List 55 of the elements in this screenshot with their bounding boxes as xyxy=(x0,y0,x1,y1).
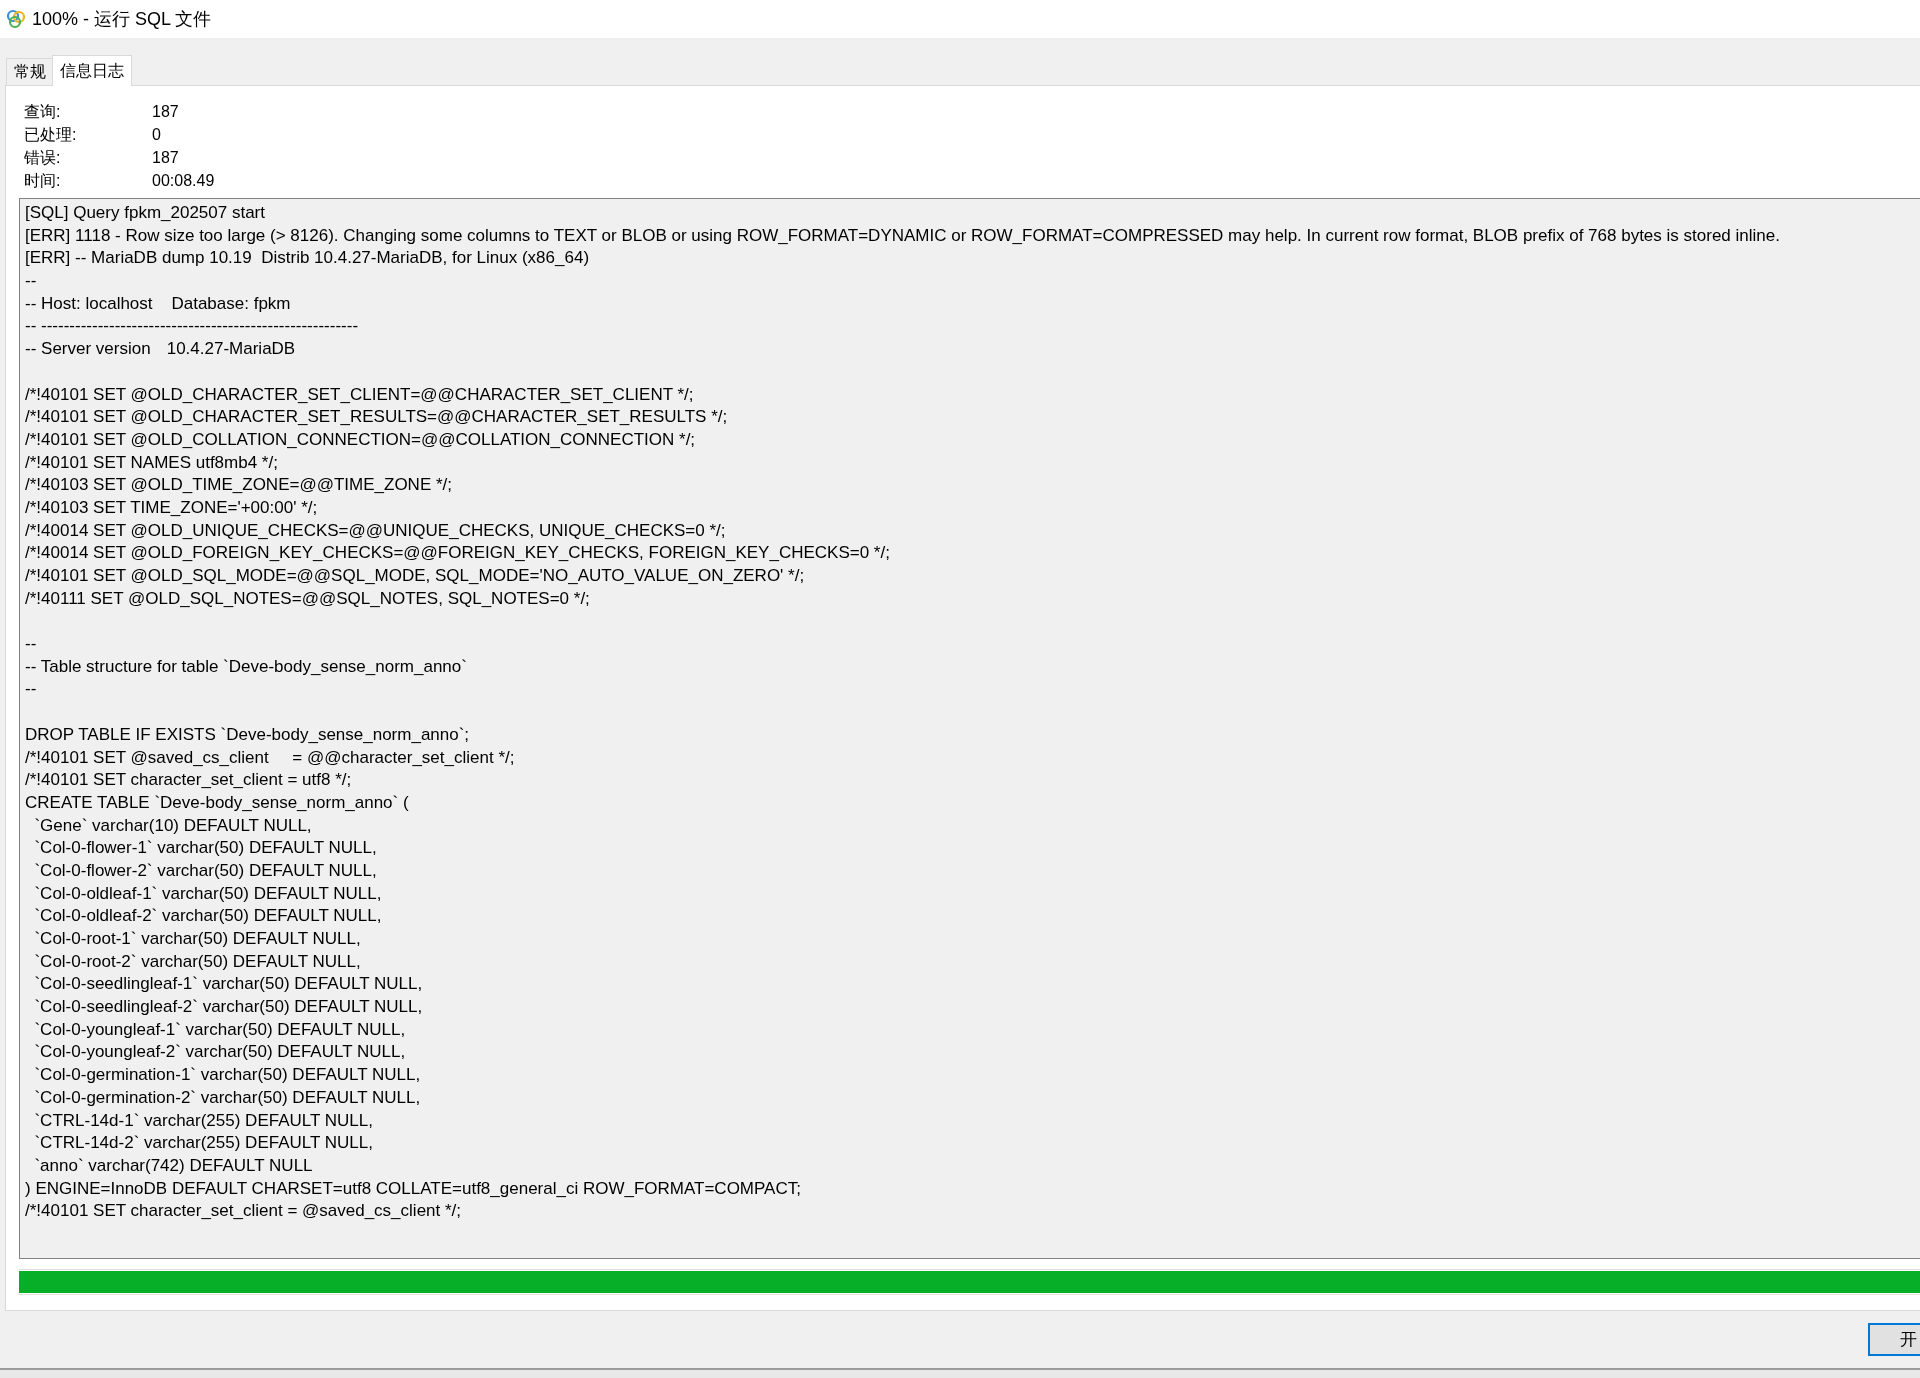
log-line: -- xyxy=(25,271,37,291)
tab[interactable]: 常规 xyxy=(6,58,54,85)
log-line: /*!40103 SET @OLD_TIME_ZONE=@@TIME_ZONE */; xyxy=(25,475,452,495)
log-line: [SQL] Query fpkm_202507 start xyxy=(25,203,265,222)
log-line: `Col-0-germination-2` varchar(50) DEFAULT NULL, xyxy=(33,1087,421,1107)
log-line: /*!40101 SET character_set_client = @saved_cs_client */; xyxy=(25,1201,462,1221)
app-logo-icon xyxy=(6,9,26,29)
log-line: `anno` varchar(742) DEFAULT NULL xyxy=(33,1155,313,1175)
log-line: /*!40101 SET @OLD_COLLATION_CONNECTION=@@COLLATION_CONNECTION */; xyxy=(25,429,696,449)
log-line: /*!40101 SET NAMES utf8mb4 */; xyxy=(25,452,278,472)
log-line: /*!40101 SET character_set_client = utf8 */; xyxy=(25,770,352,790)
stat-value: 00:08.49 xyxy=(152,171,215,191)
log-line: `Col-0-youngleaf-2` varchar(50) DEFAULT NULL, xyxy=(33,1042,406,1062)
start-button[interactable]: 开 xyxy=(1868,1323,1920,1356)
log-line: -- -------------------------------------------------------- xyxy=(25,316,359,336)
log-line: `CTRL-14d-1` varchar(255) DEFAULT NULL, xyxy=(33,1110,373,1130)
log-line: CREATE TABLE `Deve-body_sense_norm_anno` ( xyxy=(25,792,409,812)
log-line: -- xyxy=(25,679,37,699)
log-line: -- Server version 10.4.27-MariaDB xyxy=(25,339,296,359)
log-line: DROP TABLE IF EXISTS `Deve-body_sense_norm_anno`; xyxy=(25,724,470,744)
log-line: ) ENGINE=InnoDB DEFAULT CHARSET=utf8 COLLATE=utf8_general_ci ROW_FORMAT=COMPACT; xyxy=(25,1178,801,1198)
log-line: `Col-0-root-2` varchar(50) DEFAULT NULL, xyxy=(33,951,361,971)
stat-value: 187 xyxy=(152,148,179,168)
log-line: -- Table structure for table `Deve-body_sense_norm_anno` xyxy=(25,656,467,676)
log-line: `Col-0-root-1` varchar(50) DEFAULT NULL, xyxy=(33,929,361,948)
log-line: `Col-0-youngleaf-1` varchar(50) DEFAULT NULL, xyxy=(33,1019,406,1039)
tab[interactable]: 信息日志 xyxy=(52,55,132,86)
window-title: 100% - 运行 SQL 文件 xyxy=(32,8,212,31)
log-line: /*!40101 SET @OLD_CHARACTER_SET_CLIENT=@@CHARACTER_SET_CLIENT */; xyxy=(25,384,694,404)
log-line: /*!40103 SET TIME_ZONE='+00:00' */; xyxy=(25,497,318,517)
log-line: [ERR] -- MariaDB dump 10.19 Distrib 10.4.27-MariaDB, for Linux (x86_64) xyxy=(25,248,590,268)
stat-label: 错误: xyxy=(24,148,62,168)
log-line: `Gene` varchar(10) DEFAULT NULL, xyxy=(33,815,312,835)
log-line: `Col-0-flower-1` varchar(50) DEFAULT NULL, xyxy=(33,838,377,858)
stat-label: 查询: xyxy=(24,102,62,122)
log-line: -- xyxy=(25,634,37,654)
stat-value: 187 xyxy=(152,102,179,122)
stat-value: 0 xyxy=(152,125,161,145)
log-line: /*!40101 SET @saved_cs_client = @@character_set_client */; xyxy=(25,747,515,767)
log-line: [ERR] 1118 - Row size too large (> 8126). Changing some columns to TEXT or BLOB or using ROW_FORMAT=DYNAMIC or ROW_FORMAT=COMPRESSED may help. In current row format, BLOB prefix of 768 bytes is stored inline. xyxy=(25,225,1780,245)
log-line: /*!40101 SET @OLD_SQL_MODE=@@SQL_MODE, SQL_MODE='NO_AUTO_VALUE_ON_ZERO' */; xyxy=(25,566,805,585)
log-line: /*!40101 SET @OLD_CHARACTER_SET_RESULTS=@@CHARACTER_SET_RESULTS */; xyxy=(25,407,728,427)
stat-label: 已处理: xyxy=(24,125,78,145)
log-line: /*!40111 SET @OLD_SQL_NOTES=@@SQL_NOTES, SQL_NOTES=0 */; xyxy=(25,588,590,608)
log-line: `Col-0-oldleaf-2` varchar(50) DEFAULT NULL, xyxy=(33,906,382,926)
log-line: /*!40014 SET @OLD_FOREIGN_KEY_CHECKS=@@FOREIGN_KEY_CHECKS, FOREIGN_KEY_CHECKS=0 */; xyxy=(25,543,890,563)
log-line: /*!40014 SET @OLD_UNIQUE_CHECKS=@@UNIQUE_CHECKS, UNIQUE_CHECKS=0 */; xyxy=(25,520,726,540)
stat-label: 时间: xyxy=(24,171,62,191)
log-line: `CTRL-14d-2` varchar(255) DEFAULT NULL, xyxy=(33,1133,373,1153)
log-line: -- Host: localhost Database: fpkm xyxy=(25,293,291,313)
log-line: `Col-0-germination-1` varchar(50) DEFAULT NULL, xyxy=(33,1065,421,1085)
log-line: `Col-0-flower-2` varchar(50) DEFAULT NULL, xyxy=(33,860,377,880)
log-line: `Col-0-seedlingleaf-1` varchar(50) DEFAULT NULL, xyxy=(33,974,423,994)
log-line: `Col-0-oldleaf-1` varchar(50) DEFAULT NULL, xyxy=(33,883,382,903)
log-line: `Col-0-seedlingleaf-2` varchar(50) DEFAULT NULL, xyxy=(33,997,423,1017)
